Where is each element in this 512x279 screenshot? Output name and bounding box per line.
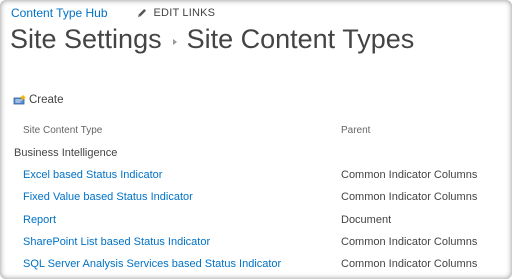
content-type-link[interactable]: Excel based Status Indicator <box>23 169 162 181</box>
content-type-link[interactable]: SQL Server Analysis Services based Statu… <box>23 258 281 270</box>
table-row: SQL Server Analysis Services based Statu… <box>0 258 512 276</box>
page-title: Site Settings Site Content Types <box>10 24 414 55</box>
content-type-hub-link[interactable]: Content Type Hub <box>11 6 108 20</box>
create-icon <box>13 94 26 105</box>
parent-value: Common Indicator Columns <box>341 191 478 203</box>
parent-value: Common Indicator Columns <box>341 169 478 181</box>
breadcrumb-site-settings: Site Settings <box>10 24 162 54</box>
content-type-link[interactable]: Fixed Value based Status Indicator <box>23 191 193 203</box>
parent-value: Document <box>341 214 392 226</box>
edit-links-label: EDIT LINKS <box>153 7 216 19</box>
edit-links-button[interactable]: EDIT LINKS <box>136 7 216 19</box>
table-row: Fixed Value based Status Indicator Commo… <box>0 191 512 209</box>
breadcrumb-site-content-types: Site Content Types <box>186 24 415 54</box>
breadcrumb-arrow-icon <box>172 38 177 45</box>
create-button[interactable]: Create <box>13 94 64 106</box>
table-row: Report Document <box>0 214 512 232</box>
create-label: Create <box>29 94 64 106</box>
content-type-link[interactable]: SharePoint List based Status Indicator <box>23 236 210 248</box>
parent-value: Common Indicator Columns <box>341 258 478 270</box>
column-header-site-content-type[interactable]: Site Content Type <box>23 125 102 136</box>
column-header-parent[interactable]: Parent <box>341 125 370 136</box>
pencil-icon <box>137 9 146 17</box>
group-heading: Business Intelligence <box>14 147 118 159</box>
table-row: SharePoint List based Status Indicator C… <box>0 236 512 254</box>
content-type-link[interactable]: Report <box>23 214 56 226</box>
parent-value: Common Indicator Columns <box>341 236 478 248</box>
table-row: Excel based Status Indicator Common Indi… <box>0 169 512 187</box>
top-bar: Content Type Hub EDIT LINKS <box>11 4 215 22</box>
